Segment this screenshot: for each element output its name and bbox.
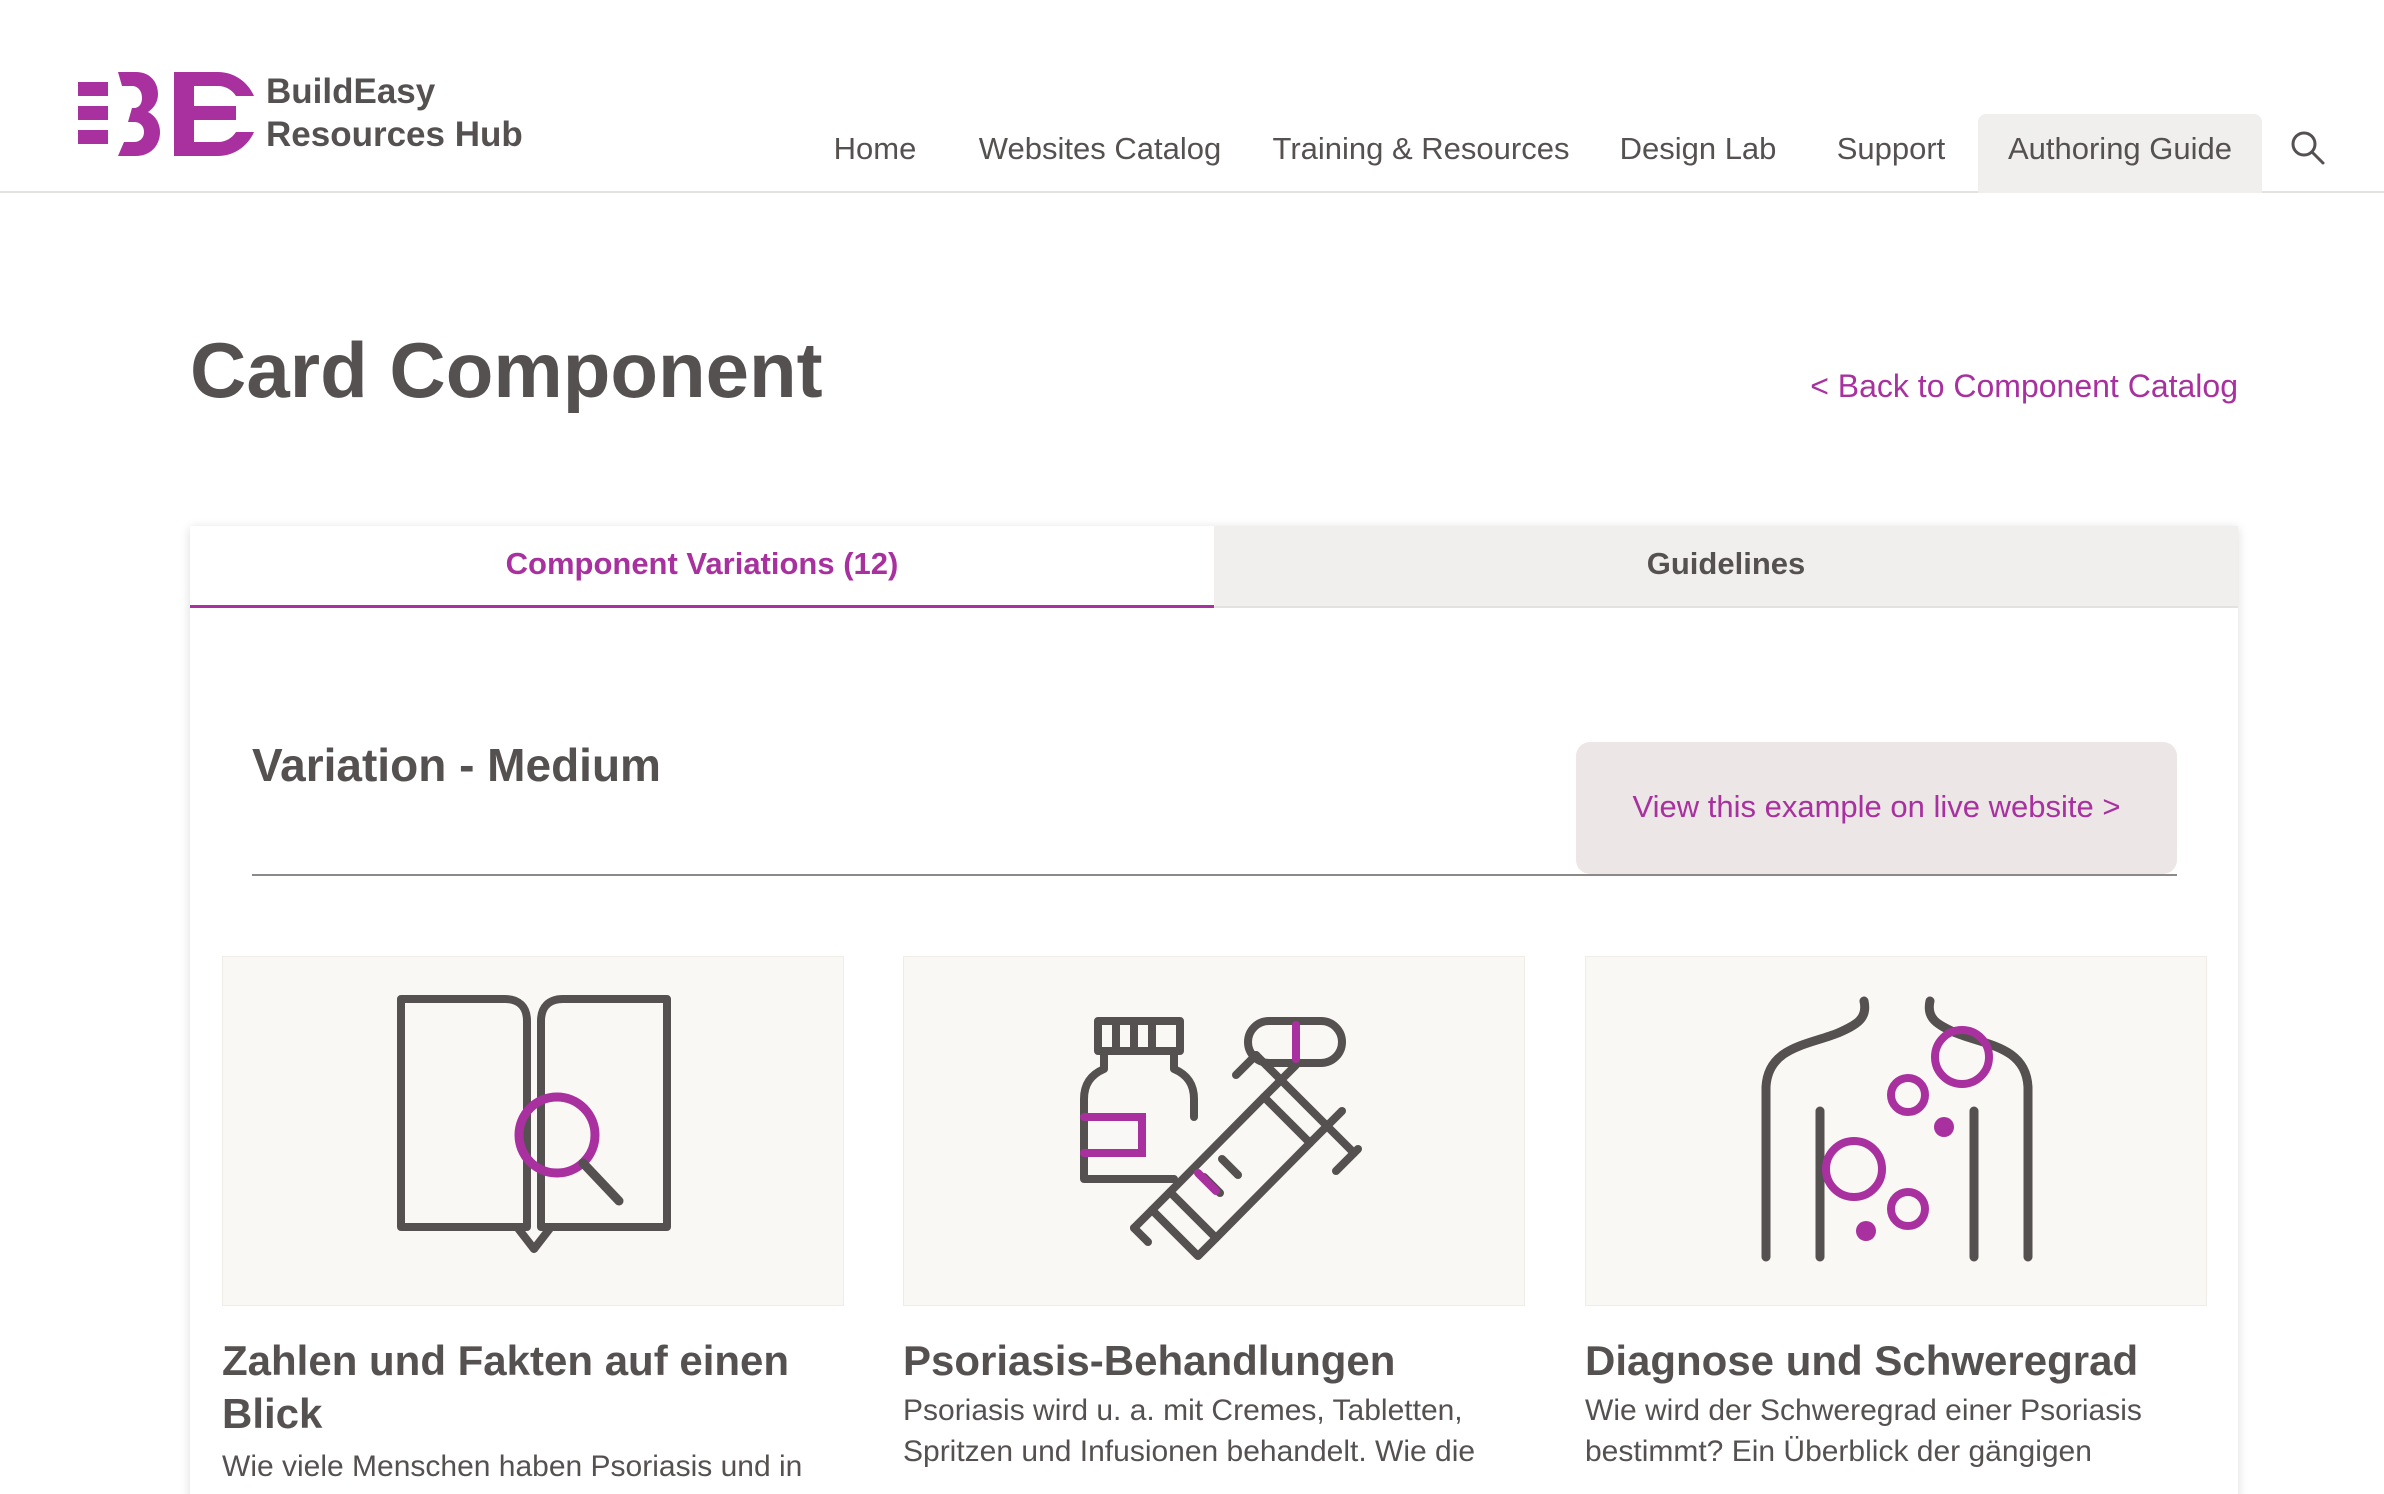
tab-bar: Component Variations (12) Guidelines [190, 526, 2238, 608]
card-diagnosis[interactable]: Diagnose und Schweregrad Wie wird der Sc… [1585, 956, 2207, 1494]
tab-component-variations[interactable]: Component Variations (12) [190, 526, 1214, 608]
nav-support[interactable]: Support [1822, 114, 1960, 193]
card-facts[interactable]: Zahlen und Fakten auf einen Blick Wie vi… [222, 956, 844, 1494]
logo-text[interactable]: BuildEasy Resources Hub [266, 70, 523, 156]
component-panel: Component Variations (12) Guidelines Var… [190, 526, 2238, 1494]
nav-websites-catalog[interactable]: Websites Catalog [965, 114, 1235, 193]
logo-line-2: Resources Hub [266, 115, 523, 154]
card-title: Diagnose und Schweregrad [1585, 1337, 2139, 1384]
card-text: Wie wird der Schweregrad einer Psoriasis… [1585, 1394, 2142, 1468]
medication-syringe-icon [1080, 1017, 1362, 1260]
card-text: Psoriasis wird u. a. mit Cremes, Tablett… [903, 1394, 1476, 1468]
section-divider [252, 874, 2177, 876]
logo-line-1: BuildEasy [266, 72, 436, 111]
logo-mark[interactable] [78, 72, 258, 156]
back-to-catalog-link[interactable]: < Back to Component Catalog [1810, 368, 2238, 405]
card-image [222, 956, 844, 1306]
variation-title: Variation - Medium [252, 739, 661, 791]
body-skin-spots-icon [1761, 996, 2033, 1262]
card-treatments[interactable]: Psoriasis-Behandlungen Psoriasis wird u.… [903, 956, 1525, 1494]
tab-guidelines[interactable]: Guidelines [1214, 526, 2238, 608]
card-image [1585, 956, 2207, 1306]
nav-home[interactable]: Home [818, 114, 932, 193]
card-image [903, 956, 1525, 1306]
nav-design-lab[interactable]: Design Lab [1610, 114, 1786, 193]
nav-authoring-guide[interactable]: Authoring Guide [1978, 114, 2262, 193]
page-title: Card Component [190, 326, 823, 414]
search-icon[interactable] [2290, 130, 2326, 166]
card-title: Psoriasis-Behandlungen [903, 1337, 1396, 1384]
card-title: Zahlen und Fakten auf einen Blick [222, 1337, 790, 1437]
nav-training-resources[interactable]: Training & Resources [1268, 114, 1574, 193]
card-text: Wie viele Menschen haben Psoriasis und i… [222, 1450, 803, 1483]
book-magnifier-icon [397, 995, 671, 1253]
site-header: BuildEasy Resources Hub Home Websites Ca… [0, 0, 2384, 193]
view-live-example-button[interactable]: View this example on live website > [1576, 742, 2177, 874]
